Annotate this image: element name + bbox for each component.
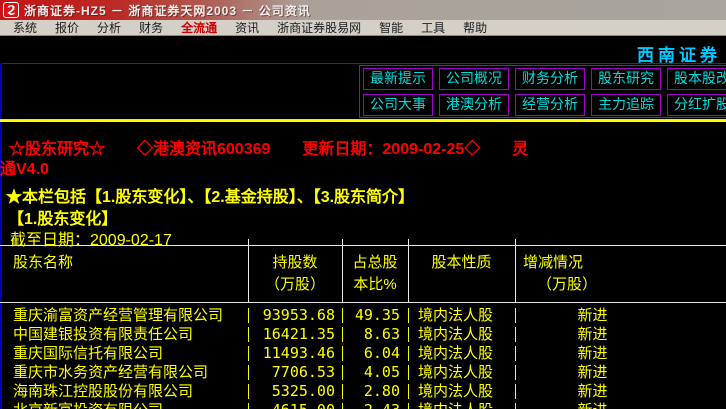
table-row[interactable]: 重庆市水务资产经营有限公司 7706.53 4.05 境内法人股 新进 [0, 363, 726, 382]
cell-percent: 6.04 [342, 344, 408, 363]
cell-shareholder-name: 海南珠江控股股份有限公司 [13, 383, 194, 400]
table-top-line [0, 245, 726, 246]
nav-button-dividend-expansion[interactable]: 分红扩股 [667, 94, 726, 116]
menu-item-finance[interactable]: 财务 [130, 19, 172, 36]
table-header-bottom-line [0, 302, 726, 303]
table-row[interactable]: 重庆国际信托有限公司 11493.46 6.04 境内法人股 新进 [0, 344, 726, 363]
cell-share-nature: 境内法人股 [408, 344, 515, 363]
title-bar[interactable]: Ϩ 浙商证券-HZ5 － 浙商证券天网2003 － 公司资讯 [0, 0, 726, 20]
nav-button-share-reform[interactable]: 股本股改 [667, 68, 726, 90]
app-logo-icon: Ϩ [3, 2, 19, 18]
menu-item-full-circulation[interactable]: 全流通 [172, 19, 226, 36]
cell-percent: 2.43 [342, 401, 408, 409]
col-header-shareholder-name: 股东名称 [13, 254, 74, 271]
cell-shareholder-name: 重庆国际信托有限公司 [13, 345, 164, 362]
cell-change: 新进 [515, 306, 726, 325]
menu-item-quotes[interactable]: 报价 [46, 19, 88, 36]
nav-button-company-events[interactable]: 公司大事 [363, 94, 433, 116]
report-header-line1: ☆股东研究☆ ◇港澳资讯600369 更新日期：2009-02-25◇ 灵 [9, 141, 529, 158]
cell-change: 新进 [515, 401, 726, 409]
top-divider-line [0, 63, 726, 64]
shareholder-table: 重庆渝富资产经营管理有限公司 93953.68 49.35 境内法人股 新进 中… [0, 306, 726, 409]
report-header-line2: 通V4.0 [0, 161, 49, 178]
category-button-row-2: 公司大事 港澳分析 经营分析 主力追踪 分红扩股 [360, 92, 726, 118]
cell-shares: 7706.53 [248, 363, 342, 382]
table-row[interactable]: 海南珠江控股股份有限公司 5325.00 2.80 境内法人股 新进 [0, 382, 726, 401]
table-row[interactable]: 北京新富投资有限公司 4615.00 2.43 境内法人股 新进 [0, 401, 726, 409]
nav-button-hk-analysis[interactable]: 港澳分析 [439, 94, 509, 116]
cell-percent: 49.35 [342, 306, 408, 325]
menu-bar: 系统 报价 分析 财务 全流通 资讯 浙商证券股易网 智能 工具 帮助 [0, 20, 726, 36]
cell-change: 新进 [515, 363, 726, 382]
nav-button-financial-analysis[interactable]: 财务分析 [515, 68, 585, 90]
table-row[interactable]: 重庆渝富资产经营管理有限公司 93953.68 49.35 境内法人股 新进 [0, 306, 726, 325]
cell-shares: 11493.46 [248, 344, 342, 363]
cell-shareholder-name: 重庆市水务资产经营有限公司 [13, 364, 209, 381]
menu-item-smart[interactable]: 智能 [370, 19, 412, 36]
cell-shareholder-name: 重庆渝富资产经营管理有限公司 [13, 307, 224, 324]
cell-shares: 5325.00 [248, 382, 342, 401]
section-divider-line [0, 119, 726, 122]
cell-share-nature: 境内法人股 [408, 325, 515, 344]
menu-item-analysis[interactable]: 分析 [88, 19, 130, 36]
nav-button-shareholder-research[interactable]: 股东研究 [591, 68, 661, 90]
col-header-share-nature: 股本性质 [431, 254, 492, 271]
cell-change: 新进 [515, 382, 726, 401]
table-header-row: 股东名称 持股数 （万股） 占总股 本比% 股本性质 增减情况 （万股） [0, 252, 726, 296]
window-title: 浙商证券-HZ5 － 浙商证券天网2003 － 公司资讯 [24, 3, 311, 18]
nav-button-latest-tips[interactable]: 最新提示 [363, 68, 433, 90]
menu-item-help[interactable]: 帮助 [454, 19, 496, 36]
menu-item-broker-net[interactable]: 浙商证券股易网 [268, 19, 370, 36]
menu-item-tools[interactable]: 工具 [412, 19, 454, 36]
cell-percent: 4.05 [342, 363, 408, 382]
table-row[interactable]: 中国建银投资有限责任公司 16421.35 8.63 境内法人股 新进 [0, 325, 726, 344]
app-window: Ϩ 浙商证券-HZ5 － 浙商证券天网2003 － 公司资讯 系统 报价 分析 … [0, 0, 726, 409]
cell-share-nature: 境内法人股 [408, 401, 515, 409]
cell-share-nature: 境内法人股 [408, 382, 515, 401]
category-button-row-1: 最新提示 公司概况 财务分析 股东研究 股本股改 [360, 66, 726, 92]
cell-shares: 16421.35 [248, 325, 342, 344]
category-button-panel: 最新提示 公司概况 财务分析 股东研究 股本股改 公司大事 港澳分析 经营分析 … [359, 65, 726, 118]
col-header-change: 增减情况 （万股） [523, 254, 598, 293]
cell-percent: 8.63 [342, 325, 408, 344]
cell-shares: 93953.68 [248, 306, 342, 325]
nav-button-company-profile[interactable]: 公司概况 [439, 68, 509, 90]
cell-shares: 4615.00 [248, 401, 342, 409]
column-includes-note: ★本栏包括【1.股东变化】、【2.基金持股】、【3.股东简介】 [6, 189, 415, 206]
nav-button-main-force-tracking[interactable]: 主力追踪 [591, 94, 661, 116]
cell-shareholder-name: 北京新富投资有限公司 [0, 401, 248, 409]
report-header: ☆股东研究☆ ◇港澳资讯600369 更新日期：2009-02-25◇ 灵 通V… [0, 140, 726, 180]
cell-shareholder-name: 中国建银投资有限责任公司 [13, 326, 194, 343]
as-of-date: 截至日期：2009-02-17 [10, 232, 172, 249]
menu-item-news[interactable]: 资讯 [226, 19, 268, 36]
cell-change: 新进 [515, 344, 726, 363]
cell-share-nature: 境内法人股 [408, 363, 515, 382]
cell-change: 新进 [515, 325, 726, 344]
col-header-shares-held: 持股数 （万股） [264, 254, 325, 293]
cell-share-nature: 境内法人股 [408, 306, 515, 325]
nav-button-operation-analysis[interactable]: 经营分析 [515, 94, 585, 116]
col-header-pct-of-total: 占总股 本比% [352, 254, 398, 293]
cell-percent: 2.80 [342, 382, 408, 401]
menu-item-system[interactable]: 系统 [4, 19, 46, 36]
